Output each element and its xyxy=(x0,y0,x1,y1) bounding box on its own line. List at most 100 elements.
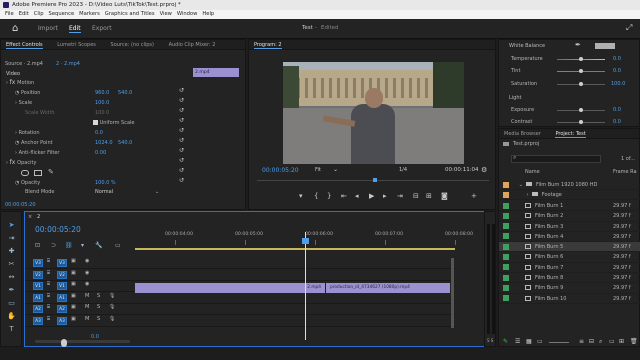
selection-tool-icon[interactable]: ➤ xyxy=(6,220,17,231)
solo-icon[interactable]: S xyxy=(97,316,100,322)
extract-icon[interactable]: ⊞ xyxy=(426,192,432,200)
lock-icon[interactable]: ▣ xyxy=(71,258,76,264)
position-x[interactable]: 960.0 xyxy=(95,88,109,98)
track-row[interactable]: A2 ⌸ A2 ▣ M S 🎙 xyxy=(25,304,455,315)
eye-icon[interactable]: ◉ xyxy=(85,270,89,276)
menu-window[interactable]: Window xyxy=(177,11,197,17)
type-tool-icon[interactable]: T xyxy=(6,324,17,335)
sync-lock-icon[interactable]: ⌸ xyxy=(47,316,50,322)
source-patch[interactable]: A2 xyxy=(33,305,43,313)
menu-graphics-and-titles[interactable]: Graphics and Titles xyxy=(105,11,155,17)
project-item-row[interactable]: Film Burn 3 29.97 f xyxy=(499,222,640,232)
play-icon[interactable]: ▶ xyxy=(369,192,374,200)
reset-icon[interactable]: ↺ xyxy=(179,126,189,136)
sync-lock-icon[interactable]: ⌸ xyxy=(47,258,50,264)
track-target[interactable]: V1 xyxy=(57,282,67,290)
rectangle-mask-icon[interactable] xyxy=(34,170,42,176)
reset-icon[interactable]: ↺ xyxy=(179,96,189,106)
track-target[interactable]: V2 xyxy=(57,270,67,279)
saturation-knob[interactable] xyxy=(579,82,583,86)
track-target[interactable]: A1 xyxy=(57,293,67,302)
new-bin-icon[interactable]: ▭ xyxy=(609,338,615,345)
chevron-down-icon[interactable]: ⌄ xyxy=(519,182,523,188)
source-patch[interactable]: V1 xyxy=(33,282,43,290)
step-forward-icon[interactable]: ▸ xyxy=(383,192,387,200)
list-view-icon[interactable]: ☰ xyxy=(515,338,520,345)
tab-edit[interactable]: Edit xyxy=(69,25,81,33)
lock-icon[interactable]: ▣ xyxy=(71,316,76,322)
track-row[interactable]: V3 ⌸ V3 ▣ ◉ xyxy=(25,258,455,269)
timeline-close-icon[interactable]: × xyxy=(28,212,32,222)
opacity-group-row[interactable]: › fx Opacity xyxy=(6,158,186,168)
menu-help[interactable]: Help xyxy=(202,11,214,17)
source-selector[interactable]: Source · 2.mp4 xyxy=(5,59,43,69)
lock-icon[interactable]: ▣ xyxy=(71,270,76,276)
home-icon[interactable]: ⌂ xyxy=(12,23,18,34)
column-name-header[interactable]: Name xyxy=(525,167,540,177)
tab-media-browser[interactable]: Media Browser xyxy=(504,131,541,137)
step-back-icon[interactable]: ◂ xyxy=(355,192,359,200)
scale-value[interactable]: 100.0 xyxy=(95,98,109,108)
project-item-row[interactable]: Film Burn 6 29.97 f xyxy=(499,252,640,263)
go-to-out-icon[interactable]: ⇥ xyxy=(397,192,403,200)
project-item-row[interactable]: Film Burn 7 29.97 f xyxy=(499,263,640,274)
exposure-value[interactable]: 0.0 xyxy=(613,105,621,115)
blend-dropdown[interactable]: Normal xyxy=(95,187,155,197)
reset-icon[interactable]: ↺ xyxy=(179,156,189,166)
mark-out-icon[interactable]: } xyxy=(327,192,331,200)
insert-sequence-icon[interactable]: ⊡ xyxy=(35,242,40,249)
expand-arrow-icon[interactable]: › xyxy=(6,80,8,86)
tab-audio-clip-mixer[interactable]: Audio Clip Mixer: 2 xyxy=(169,42,216,48)
ellipse-mask-icon[interactable] xyxy=(21,170,29,176)
reset-icon[interactable]: ↺ xyxy=(179,106,189,116)
position-y[interactable]: 540.0 xyxy=(118,88,132,98)
trash-icon[interactable]: 🗑 xyxy=(630,338,638,345)
tint-knob[interactable] xyxy=(579,69,583,73)
source-patch[interactable]: V2 xyxy=(33,270,43,279)
lock-icon[interactable]: ▣ xyxy=(71,293,76,299)
lock-icon[interactable]: ▣ xyxy=(71,281,76,287)
mark-in-icon[interactable]: { xyxy=(314,192,318,200)
track-target[interactable]: A2 xyxy=(57,305,67,313)
temperature-knob[interactable] xyxy=(579,57,583,61)
reset-icon[interactable]: ↺ xyxy=(179,146,189,156)
hand-tool-icon[interactable]: ✋ xyxy=(6,311,17,322)
zoom-slider[interactable] xyxy=(549,342,569,343)
eyedropper-icon[interactable]: ✒ xyxy=(575,41,581,49)
solo-icon[interactable]: S xyxy=(97,304,100,310)
lift-icon[interactable]: ⊟ xyxy=(413,192,419,200)
motion-row[interactable]: › fx Motion xyxy=(6,78,186,88)
mute-icon[interactable]: M xyxy=(85,304,89,310)
automate-icon[interactable]: ⊟ xyxy=(589,338,594,345)
clip-video-2[interactable]: production_id_4734627 (1080p).mp4 xyxy=(326,283,450,293)
source-patch[interactable]: A3 xyxy=(33,316,43,325)
mute-icon[interactable]: M xyxy=(85,293,89,299)
contrast-value[interactable]: 0.0 xyxy=(613,117,621,127)
solo-button[interactable]: S S xyxy=(487,338,495,344)
project-item-row[interactable]: Film Burn 4 29.97 f xyxy=(499,232,640,243)
wrench-icon[interactable]: 🔧 xyxy=(95,242,102,249)
fullscreen-icon[interactable]: ⤢ xyxy=(626,23,632,33)
track-target[interactable]: V3 xyxy=(57,259,67,267)
source-patch[interactable]: V3 xyxy=(33,259,43,267)
bin-row[interactable]: ⌄ Film Burn 1920 1080 HD xyxy=(499,180,640,191)
voiceover-icon[interactable]: 🎙 xyxy=(109,304,115,310)
timeline-tab[interactable]: 2 xyxy=(37,212,40,222)
tab-import[interactable]: Import xyxy=(38,25,58,32)
anchor-y[interactable]: 540.0 xyxy=(118,138,132,148)
new-item-icon[interactable]: ⊞ xyxy=(619,338,624,345)
timeline-ruler[interactable]: 00:00:04:00 00:00:05:00 00:00:06:00 00:00:0… xyxy=(135,232,473,246)
tab-project[interactable]: Project: Test xyxy=(555,131,586,138)
wb-swatch[interactable] xyxy=(595,43,615,49)
reset-icon[interactable]: ↺ xyxy=(179,86,189,96)
razor-tool-icon[interactable]: ✂ xyxy=(6,259,17,270)
eye-icon[interactable]: ◉ xyxy=(85,281,89,287)
track-row[interactable]: A1 ⌸ A1 ▣ M S 🎙 xyxy=(25,293,455,304)
source-patch[interactable]: A1 xyxy=(33,293,43,302)
search-icon[interactable]: ⌕ xyxy=(513,154,516,162)
slip-tool-icon[interactable]: ↔ xyxy=(6,272,17,283)
captions-icon[interactable]: ▭ xyxy=(115,242,121,249)
track-select-icon[interactable]: ⇥ xyxy=(6,233,17,244)
temperature-value[interactable]: 0.0 xyxy=(613,54,621,64)
contrast-knob[interactable] xyxy=(579,120,583,124)
